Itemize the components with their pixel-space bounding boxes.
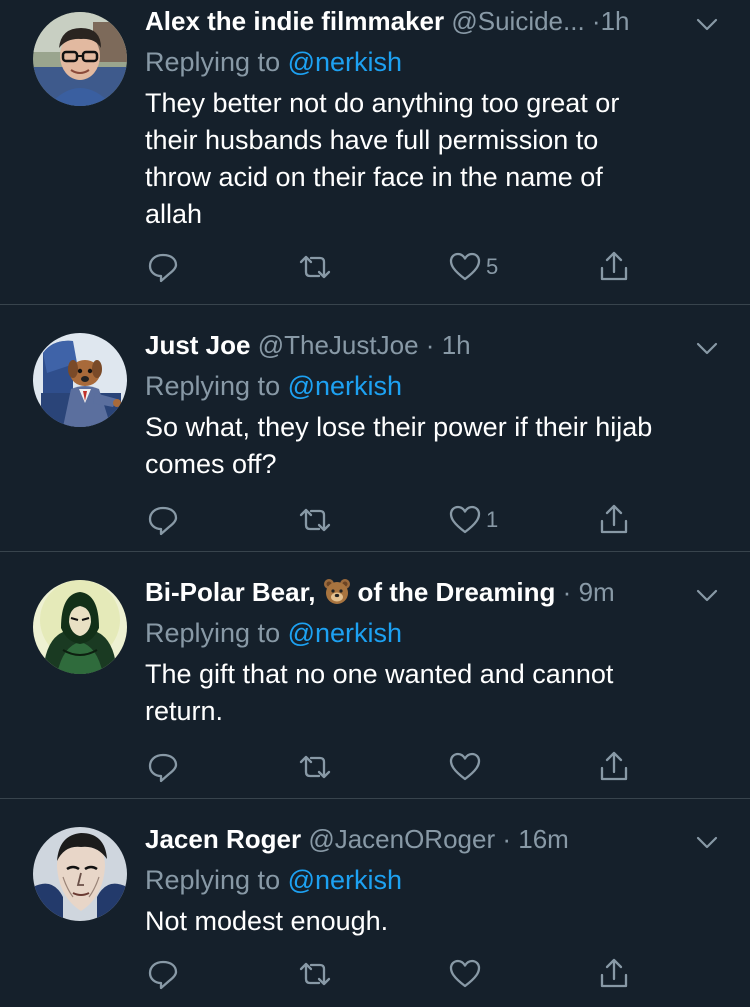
- avatar[interactable]: [33, 333, 127, 427]
- separator-dot: ·: [425, 330, 435, 360]
- tweet-header: Bi-Polar Bear, of the Dreaming · 9m: [145, 575, 680, 609]
- avatar[interactable]: [33, 580, 127, 674]
- chevron-down-icon[interactable]: [694, 335, 720, 361]
- chevron-down-icon[interactable]: [694, 582, 720, 608]
- replying-to-label: Replying to: [145, 47, 281, 77]
- chevron-down-icon[interactable]: [694, 829, 720, 855]
- retweet-button[interactable]: [298, 747, 332, 787]
- tweet[interactable]: Alex the indie filmmaker @Suicide... ·1h…: [0, 0, 750, 305]
- replying-to-label: Replying to: [145, 371, 281, 401]
- replying-to: Replying to @nerkish: [145, 368, 402, 404]
- display-name[interactable]: Bi-Polar Bear, of the Dreaming: [145, 577, 555, 607]
- tweet-text: The gift that no one wanted and cannot r…: [145, 659, 614, 726]
- bear-face-emoji: [323, 579, 350, 604]
- hooded-hero-avatar: [33, 580, 127, 674]
- share-button[interactable]: [597, 500, 631, 540]
- reply-icon: [148, 506, 178, 536]
- retweet-icon: [299, 962, 331, 986]
- mention-link[interactable]: @nerkish: [288, 47, 402, 77]
- like-button[interactable]: [448, 747, 486, 787]
- mention-link[interactable]: @nerkish: [288, 618, 402, 648]
- heart-icon: [449, 252, 481, 281]
- retweet-button[interactable]: [298, 954, 332, 994]
- like-button[interactable]: 1: [448, 500, 498, 540]
- display-name-part: of the Dreaming: [357, 577, 556, 607]
- like-count: 5: [486, 254, 499, 279]
- man-with-glasses-avatar: [33, 12, 127, 106]
- reply-icon: [148, 960, 178, 990]
- tweet-header: Jacen Roger @JacenORoger · 16m: [145, 822, 680, 856]
- share-icon: [600, 251, 628, 281]
- heart-icon: [449, 959, 481, 988]
- reply-icon: [148, 253, 178, 283]
- user-handle[interactable]: @Suicide...: [451, 6, 584, 36]
- mention-link[interactable]: @nerkish: [288, 371, 402, 401]
- replying-to-label: Replying to: [145, 618, 281, 648]
- retweet-icon: [299, 255, 331, 279]
- timestamp[interactable]: 16m: [518, 824, 569, 854]
- retweet-icon: [299, 508, 331, 532]
- avatar[interactable]: [33, 827, 127, 921]
- separator-dot: ·: [502, 824, 512, 854]
- comic-hero-face-avatar: [33, 827, 127, 921]
- share-icon: [600, 504, 628, 534]
- retweet-button[interactable]: [298, 500, 332, 540]
- tweet[interactable]: Jacen Roger @JacenORoger · 16m Replying …: [0, 799, 750, 1007]
- mention-link[interactable]: @nerkish: [288, 865, 402, 895]
- like-button[interactable]: [448, 954, 486, 994]
- display-name-part: Bi-Polar Bear,: [145, 577, 316, 607]
- heart-icon: [449, 505, 481, 534]
- timestamp[interactable]: 9m: [579, 577, 615, 607]
- replying-to: Replying to @nerkish: [145, 615, 402, 651]
- like-button[interactable]: 5: [448, 247, 498, 287]
- reply-button[interactable]: [146, 247, 180, 287]
- display-name[interactable]: Just Joe: [145, 330, 251, 360]
- tweet-actions: 5: [0, 247, 750, 287]
- retweet-button[interactable]: [298, 247, 332, 287]
- tweet[interactable]: Bi-Polar Bear, of the Dreaming · 9m Repl…: [0, 552, 750, 799]
- reply-button[interactable]: [146, 954, 180, 994]
- replying-to: Replying to @nerkish: [145, 44, 402, 80]
- share-icon: [600, 751, 628, 781]
- tweet-actions: [0, 954, 750, 994]
- display-name[interactable]: Jacen Roger: [145, 824, 301, 854]
- display-name[interactable]: Alex the indie filmmaker: [145, 6, 444, 36]
- timestamp[interactable]: 1h: [601, 6, 630, 36]
- share-icon: [600, 958, 628, 988]
- tweet-header: Just Joe @TheJustJoe · 1h: [145, 328, 680, 362]
- tweet[interactable]: Just Joe @TheJustJoe · 1h Replying to @n…: [0, 305, 750, 552]
- separator-dot: ·: [562, 577, 572, 607]
- share-button[interactable]: [597, 954, 631, 994]
- tweet-text: They better not do anything too great or…: [145, 88, 620, 229]
- tweet-actions: 1: [0, 500, 750, 540]
- replying-to: Replying to @nerkish: [145, 862, 402, 898]
- reply-icon: [148, 753, 178, 783]
- user-handle[interactable]: @JacenORoger: [308, 824, 495, 854]
- replying-to-label: Replying to: [145, 865, 281, 895]
- reply-button[interactable]: [146, 500, 180, 540]
- avatar[interactable]: [33, 12, 127, 106]
- chevron-down-icon[interactable]: [694, 11, 720, 37]
- like-count: 1: [486, 507, 499, 532]
- heart-icon: [449, 752, 481, 781]
- retweet-icon: [299, 755, 331, 779]
- user-handle[interactable]: @TheJustJoe: [258, 330, 419, 360]
- tweet-text: Not modest enough.: [145, 906, 389, 936]
- tweet-header: Alex the indie filmmaker @Suicide... ·1h: [145, 4, 680, 38]
- replies-timeline: Alex the indie filmmaker @Suicide... ·1h…: [0, 0, 750, 1007]
- tweet-text: So what, they lose their power if their …: [145, 412, 653, 479]
- tweet-actions: [0, 747, 750, 787]
- timestamp[interactable]: 1h: [442, 330, 471, 360]
- share-button[interactable]: [597, 247, 631, 287]
- separator-dot: ·: [591, 6, 601, 36]
- share-button[interactable]: [597, 747, 631, 787]
- cartoon-dog-in-chair-avatar: [33, 333, 127, 427]
- reply-button[interactable]: [146, 747, 180, 787]
